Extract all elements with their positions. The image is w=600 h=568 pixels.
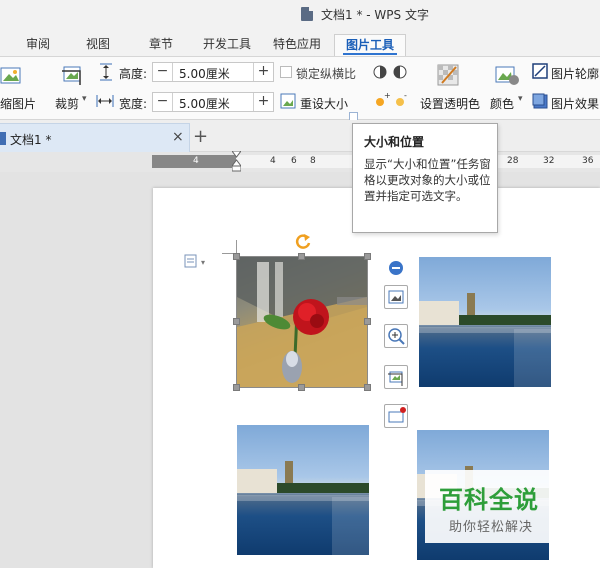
layout-options-icon[interactable]: ▾ [184, 254, 212, 268]
window-title: 文档1 * - WPS 文字 [321, 8, 429, 22]
svg-text:-: - [404, 92, 407, 100]
ruler-tick: 36 [582, 156, 594, 166]
reset-size-label[interactable]: 重设大小 [300, 95, 348, 112]
zoom-in-icon [388, 328, 405, 345]
lock-ratio-label[interactable]: 锁定纵横比 [296, 65, 356, 82]
color-icon[interactable] [494, 63, 520, 87]
ribbon-picture-tools: 缩图片 裁剪 ▾ 高度: − 5.00厘米 + 宽度: − 5.00厘米 + 锁… [0, 56, 600, 121]
height-increase-button[interactable]: + [253, 63, 273, 81]
ruler-tick: 4 [193, 156, 199, 166]
tooltip-title: 大小和位置 [364, 135, 425, 149]
ribbon-tabs: 审阅 视图 章节 开发工具 特色应用 图片工具 [0, 30, 600, 56]
crop-quick-icon [388, 371, 403, 386]
document-tab-icon [0, 132, 6, 145]
border-style-button[interactable] [384, 404, 408, 428]
river-photo-bottom-left[interactable] [237, 425, 369, 555]
picture-outline-icon[interactable] [532, 63, 548, 79]
new-tab-button[interactable]: + [193, 126, 208, 147]
ruler-tick: 28 [507, 156, 519, 166]
size-position-tooltip: 大小和位置 显示“大小和位置”任务窗格以更改对象的大小或位置并指定可选文字。 [352, 123, 498, 233]
river-photo-top-right[interactable] [419, 257, 551, 387]
height-stepper[interactable]: − 5.00厘米 + [152, 62, 274, 82]
resize-handle-bottom-left[interactable] [233, 384, 240, 391]
resize-handle-top[interactable] [298, 253, 305, 260]
watermark-logo: 百科全说 助你轻松解决 [425, 470, 576, 543]
color-label[interactable]: 颜色 [490, 95, 514, 112]
border-style-icon [388, 407, 406, 423]
rotate-handle-icon[interactable] [294, 233, 312, 251]
picture-outline-label[interactable]: 图片轮廓 [551, 65, 599, 82]
margin-mark [236, 240, 237, 254]
indent-marker-icon[interactable] [232, 151, 241, 173]
width-label: 宽度: [119, 97, 148, 111]
ruler-tick: 32 [543, 156, 555, 166]
height-decrease-button[interactable]: − [153, 63, 173, 81]
document-tab-name[interactable]: 文档1 * [10, 131, 51, 148]
crop-quick-button[interactable] [384, 365, 408, 389]
compress-picture-label[interactable]: 缩图片 [0, 95, 36, 112]
crop-icon[interactable] [60, 63, 86, 87]
brightness-icons[interactable]: + - [372, 92, 412, 110]
width-decrease-button[interactable]: − [153, 93, 173, 111]
width-increase-button[interactable]: + [253, 93, 273, 111]
svg-text:▾: ▾ [201, 258, 205, 267]
zoom-in-button[interactable] [384, 324, 408, 348]
wrap-text-icon [388, 290, 404, 304]
layout-wrap-button[interactable] [384, 285, 408, 309]
tab-view[interactable]: 视图 [78, 34, 118, 56]
close-tab-icon[interactable]: × [172, 129, 184, 145]
document-tab[interactable]: 文档1 * × [0, 123, 190, 152]
selection-frame [236, 256, 368, 388]
color-dropdown-icon[interactable]: ▾ [518, 94, 523, 104]
tooltip-body: 显示“大小和位置”任务窗格以更改对象的大小或位置并指定可选文字。 [364, 157, 491, 203]
watermark-main-text: 百科全说 [439, 486, 539, 514]
height-label: 高度: [119, 67, 148, 81]
ruler-tick: 6 [291, 156, 297, 166]
transparent-color-label[interactable]: 设置透明色 [420, 95, 480, 112]
collapse-toolbar-icon[interactable] [388, 260, 404, 276]
width-stepper[interactable]: − 5.00厘米 + [152, 92, 274, 112]
tab-picture-tools[interactable]: 图片工具 [334, 34, 406, 56]
tab-special[interactable]: 特色应用 [268, 34, 326, 56]
tab-developer[interactable]: 开发工具 [198, 34, 256, 56]
ruler-tick: 4 [270, 156, 276, 166]
document-tab-bar: 文档1 * × [0, 120, 600, 152]
crop-dropdown-icon[interactable]: ▾ [82, 94, 87, 104]
tab-section[interactable]: 章节 [141, 34, 181, 56]
ruler-tick: 8 [310, 156, 316, 166]
width-value[interactable]: 5.00厘米 [179, 95, 230, 112]
svg-text:+: + [384, 92, 391, 100]
lock-ratio-checkbox[interactable] [280, 66, 292, 78]
watermark-sub-text: 助你轻松解决 [449, 520, 534, 535]
compress-picture-icon[interactable] [0, 65, 22, 87]
tab-review[interactable]: 审阅 [18, 34, 58, 56]
transparent-color-icon[interactable] [436, 63, 462, 87]
resize-handle-right[interactable] [364, 318, 371, 325]
width-icon [96, 95, 114, 107]
title-bar: 文档1 * - WPS 文字 [0, 0, 600, 30]
contrast-icons[interactable] [372, 63, 412, 81]
picture-effects-label[interactable]: 图片效果 [551, 95, 599, 112]
resize-handle-bottom-right[interactable] [364, 384, 371, 391]
resize-handle-top-left[interactable] [233, 253, 240, 260]
height-value[interactable]: 5.00厘米 [179, 65, 230, 82]
crop-label[interactable]: 裁剪 [55, 95, 79, 112]
reset-size-icon[interactable] [280, 93, 296, 109]
resize-handle-left[interactable] [233, 318, 240, 325]
resize-handle-top-right[interactable] [364, 253, 371, 260]
document-icon [301, 7, 313, 21]
resize-handle-bottom[interactable] [298, 384, 305, 391]
height-icon [100, 63, 112, 81]
picture-effects-icon[interactable] [532, 93, 548, 109]
